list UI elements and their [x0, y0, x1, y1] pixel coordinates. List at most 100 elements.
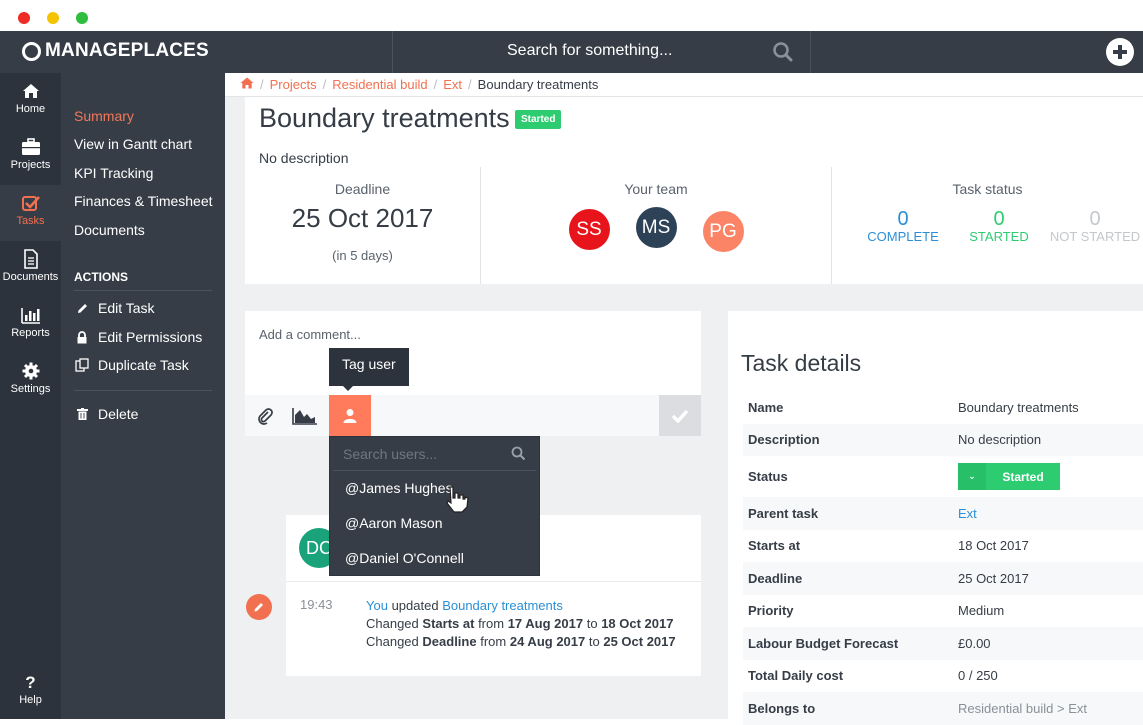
nav-documents-label: Documents	[2, 271, 59, 283]
primary-sidebar: Home Projects Tasks Documents Reports Se…	[0, 73, 61, 719]
detail-value: Medium	[958, 603, 1005, 619]
activity-actor-link[interactable]: You	[366, 598, 388, 613]
team-avatar[interactable]: PG	[702, 211, 744, 252]
divider	[810, 31, 811, 73]
task-header-card: Boundary treatments Started No descripti…	[245, 97, 1143, 284]
breadcrumb-separator: /	[322, 77, 327, 92]
team-avatar[interactable]: SS	[568, 209, 610, 250]
breadcrumb-residential-build[interactable]: Residential build	[332, 77, 427, 92]
status-not-started[interactable]: 0 NOT STARTED	[1047, 209, 1143, 244]
subnav-finances[interactable]: Finances & Timesheet	[74, 193, 213, 209]
attach-button[interactable]	[245, 395, 285, 436]
edit-task-label: Edit Task	[98, 300, 155, 316]
change-prefix: Changed	[366, 616, 419, 631]
detail-key: Deadline	[748, 570, 803, 586]
team-avatar[interactable]: MS	[635, 207, 677, 248]
checkmark-icon	[671, 409, 689, 423]
comment-toolbar	[245, 395, 701, 436]
home-icon[interactable]	[240, 77, 254, 92]
status-select[interactable]: ⌄ Started	[958, 463, 1060, 490]
status-badge: Started	[515, 110, 562, 129]
detail-value: 25 Oct 2017	[958, 570, 1029, 586]
task-details-title: Task details	[741, 350, 862, 376]
nav-documents[interactable]: Documents	[0, 241, 61, 297]
detail-key: Belongs to	[748, 700, 816, 716]
subnav-documents[interactable]: Documents	[74, 222, 145, 238]
breadcrumb: / Projects / Residential build / Ext / B…	[225, 73, 1143, 97]
app-logo[interactable]: MANAGEPLACES	[22, 40, 209, 62]
user-search-input[interactable]: Search users...	[343, 446, 437, 462]
breadcrumb-ext[interactable]: Ext	[443, 77, 462, 92]
nav-tasks[interactable]: Tasks	[0, 185, 61, 241]
belongs-to-link[interactable]: Residential build > Ext	[958, 701, 1143, 716]
change-field: Starts at	[422, 616, 475, 631]
change-from: 17 Aug 2017	[507, 616, 584, 631]
detail-value: No description	[958, 432, 1042, 448]
subnav-gantt[interactable]: View in Gantt chart	[74, 136, 192, 152]
change-to-word: to	[588, 634, 600, 649]
page-title: Boundary treatments	[259, 103, 510, 133]
insert-image-button[interactable]	[285, 395, 325, 436]
user-search-field[interactable]: Search users...	[333, 437, 536, 471]
table-row: Total Daily cost 0 / 250	[743, 660, 1143, 693]
tag-user-option[interactable]: @Aaron Mason	[330, 506, 539, 541]
status-not-started-label: NOT STARTED	[1049, 229, 1141, 244]
status-select-value: Started	[1002, 469, 1044, 484]
table-row: Labour Budget Forecast £0.00	[743, 627, 1143, 660]
detail-key: Parent task	[748, 505, 819, 521]
table-row: Starts at 18 Oct 2017	[743, 530, 1143, 563]
maximize-window-button[interactable]	[76, 12, 88, 24]
detail-value: 18 Oct 2017	[958, 538, 1029, 554]
delete-task-action[interactable]: Delete	[74, 406, 138, 422]
duplicate-task-action[interactable]: Duplicate Task	[74, 357, 189, 373]
breadcrumb-projects[interactable]: Projects	[270, 77, 317, 92]
nav-settings[interactable]: Settings	[0, 353, 61, 409]
table-row: Parent task Ext	[743, 497, 1143, 530]
global-search-input[interactable]: Search for something...	[507, 42, 672, 60]
trash-icon	[74, 408, 90, 420]
subnav-summary[interactable]: Summary	[74, 108, 134, 124]
nav-home-label: Home	[15, 103, 46, 115]
nav-projects[interactable]: Projects	[0, 129, 61, 185]
nav-reports[interactable]: Reports	[0, 297, 61, 353]
status-complete[interactable]: 0 COMPLETE	[855, 209, 951, 244]
minimize-window-button[interactable]	[47, 12, 59, 24]
tag-user-button[interactable]	[329, 395, 371, 436]
submit-comment-button[interactable]	[659, 395, 701, 436]
edit-task-action[interactable]: Edit Task	[74, 300, 155, 316]
briefcase-icon	[21, 138, 40, 155]
nav-home[interactable]: Home	[0, 73, 61, 129]
status-complete-label: COMPLETE	[867, 229, 939, 244]
edit-permissions-action[interactable]: Edit Permissions	[74, 329, 202, 345]
tag-user-option[interactable]: @James Hughes	[330, 471, 539, 506]
comment-input[interactable]: Add a comment...	[259, 327, 361, 342]
team-label: Your team	[624, 181, 688, 197]
search-icon[interactable]	[772, 41, 794, 68]
divider	[74, 390, 212, 391]
tag-user-tooltip: Tag user	[329, 348, 409, 391]
status-started[interactable]: 0 STARTED	[951, 209, 1047, 244]
deadline-relative: (in 5 days)	[332, 248, 393, 263]
tag-user-option[interactable]: @Daniel O'Connell	[330, 541, 539, 576]
edit-permissions-label: Edit Permissions	[98, 329, 203, 345]
secondary-sidebar: Summary View in Gantt chart KPI Tracking…	[61, 73, 225, 719]
status-started-count: 0	[993, 208, 1005, 230]
subnav-kpi-tracking[interactable]: KPI Tracking	[74, 165, 153, 181]
change-to: 25 Oct 2017	[603, 634, 676, 649]
delete-label: Delete	[98, 406, 139, 422]
nav-help[interactable]: ? Help	[0, 670, 61, 719]
table-row: Deadline 25 Oct 2017	[743, 562, 1143, 595]
breadcrumb-separator: /	[260, 77, 264, 92]
close-window-button[interactable]	[18, 12, 30, 24]
plus-icon	[1113, 45, 1127, 59]
breadcrumb-current: Boundary treatments	[477, 77, 599, 92]
task-status-label: Task status	[952, 181, 1023, 197]
add-new-button[interactable]	[1106, 38, 1134, 66]
parent-task-link[interactable]: Ext	[958, 506, 1143, 521]
activity-time: 19:43	[300, 597, 333, 612]
pencil-icon	[254, 603, 263, 612]
tag-user-dropdown: Search users... @James Hughes @Aaron Mas…	[329, 436, 540, 576]
table-row: Belongs to Residential build > Ext	[743, 692, 1143, 725]
top-navbar: MANAGEPLACES Search for something...	[0, 31, 1143, 73]
activity-target-link[interactable]: Boundary treatments	[442, 598, 563, 613]
